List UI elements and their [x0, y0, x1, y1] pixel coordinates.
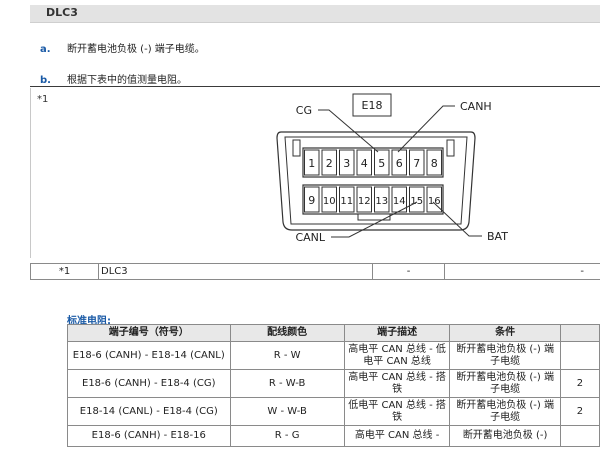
pin-number: 15 — [410, 196, 423, 207]
right-latch-icon — [446, 139, 455, 157]
pin-number: 8 — [431, 157, 438, 170]
left-latch-icon — [292, 139, 301, 157]
pin-number: 1 — [308, 157, 315, 170]
pin-number: 7 — [413, 157, 420, 170]
header-terminal: 端子编号（符号） — [67, 324, 231, 342]
cell-value: 2 — [559, 397, 600, 426]
table-header-row: 端子编号（符号） 配线颜色 端子描述 条件 — [67, 324, 600, 342]
cell-description: 高电平 CAN 总线 - 搭铁 — [343, 369, 451, 398]
pin-number: 10 — [323, 196, 336, 207]
connector-figure: *1 E18 12345678 9 10 11 12 13 14 15 16 CG CANH … — [30, 88, 600, 258]
header-wire-color: 配线颜色 — [229, 324, 345, 342]
cg-callout: CG — [296, 104, 312, 117]
cell-value: 2 — [559, 369, 600, 398]
connector-key-icon — [357, 213, 391, 221]
section-header: DLC3 — [30, 5, 600, 23]
step-b-label: b. — [40, 75, 51, 86]
legend-mark: *1 — [31, 264, 99, 279]
cell-wire-color: R - G — [229, 425, 345, 447]
pin-number: 12 — [358, 196, 371, 207]
bat-callout: BAT — [487, 230, 508, 243]
step-a-label: a. — [40, 44, 51, 55]
cell-condition: 断开蓄电池负极 (-) — [449, 425, 561, 447]
cell-condition: 断开蓄电池负极 (-) 端子电缆 — [449, 341, 561, 370]
dlc3-connector-diagram: E18 12345678 9 10 11 12 13 14 15 16 CG CANH CAN… — [276, 93, 508, 244]
pin-number: 3 — [343, 157, 350, 170]
section-title: DLC3 — [46, 6, 78, 19]
cell-value — [559, 341, 600, 370]
cell-terminal: E18-14 (CANL) - E18-4 (CG) — [67, 397, 231, 426]
step-divider — [30, 86, 600, 87]
legend-name: DLC3 — [98, 264, 373, 279]
step-b-text: 根据下表中的值测量电阻。 — [67, 75, 187, 86]
pin-number: 16 — [428, 196, 441, 207]
canl-callout: CANL — [295, 231, 325, 244]
cell-condition: 断开蓄电池负极 (-) 端子电缆 — [449, 397, 561, 426]
step-a: a. 断开蓄电池负极 (-) 端子电缆。 — [40, 40, 205, 55]
cell-description: 高电平 CAN 总线 - — [343, 425, 451, 447]
cell-wire-color: R - W — [229, 341, 345, 370]
pin-number: 14 — [393, 196, 406, 207]
table-row: E18-14 (CANL) - E18-4 (CG) W - W-B 低电平 C… — [67, 397, 600, 426]
pin-number: 11 — [340, 196, 353, 207]
pin-number: 4 — [361, 157, 368, 170]
cell-condition: 断开蓄电池负极 (-) 端子电缆 — [449, 369, 561, 398]
pin-number: 9 — [308, 194, 315, 207]
cell-wire-color: R - W-B — [229, 369, 345, 398]
step-b: b. 根据下表中的值测量电阻。 — [40, 71, 187, 86]
pin-number: 2 — [326, 157, 333, 170]
legend-col4: - — [580, 266, 584, 277]
table-row: E18-6 (CANH) - E18-16 R - G 高电平 CAN 总线 -… — [67, 425, 600, 447]
cell-description: 高电平 CAN 总线 - 低电平 CAN 总线 — [343, 341, 451, 370]
step-a-text: 断开蓄电池负极 (-) 端子电缆。 — [67, 44, 205, 55]
legend-col3: - — [373, 264, 445, 279]
cell-wire-color: W - W-B — [229, 397, 345, 426]
header-description: 端子描述 — [343, 324, 451, 342]
cell-terminal: E18-6 (CANH) - E18-16 — [67, 425, 231, 447]
cell-terminal: E18-6 (CANH) - E18-14 (CANL) — [67, 341, 231, 370]
cell-value — [559, 425, 600, 447]
figure-legend-row: *1 DLC3 - - — [30, 263, 600, 280]
header-condition: 条件 — [449, 324, 561, 342]
table-row: E18-6 (CANH) - E18-4 (CG) R - W-B 高电平 CA… — [67, 369, 600, 398]
resistance-table: 端子编号（符号） 配线颜色 端子描述 条件 E18-6 (CANH) - E18… — [67, 324, 600, 447]
canh-callout: CANH — [460, 100, 492, 113]
pin-number: 5 — [378, 157, 385, 170]
cell-description: 低电平 CAN 总线 - 搭铁 — [343, 397, 451, 426]
pin-number: 13 — [375, 196, 388, 207]
cell-terminal: E18-6 (CANH) - E18-4 (CG) — [67, 369, 231, 398]
pin-number: 6 — [396, 157, 403, 170]
connector-label: E18 — [362, 99, 383, 112]
header-value — [559, 324, 600, 342]
table-row: E18-6 (CANH) - E18-14 (CANL) R - W 高电平 C… — [67, 341, 600, 370]
